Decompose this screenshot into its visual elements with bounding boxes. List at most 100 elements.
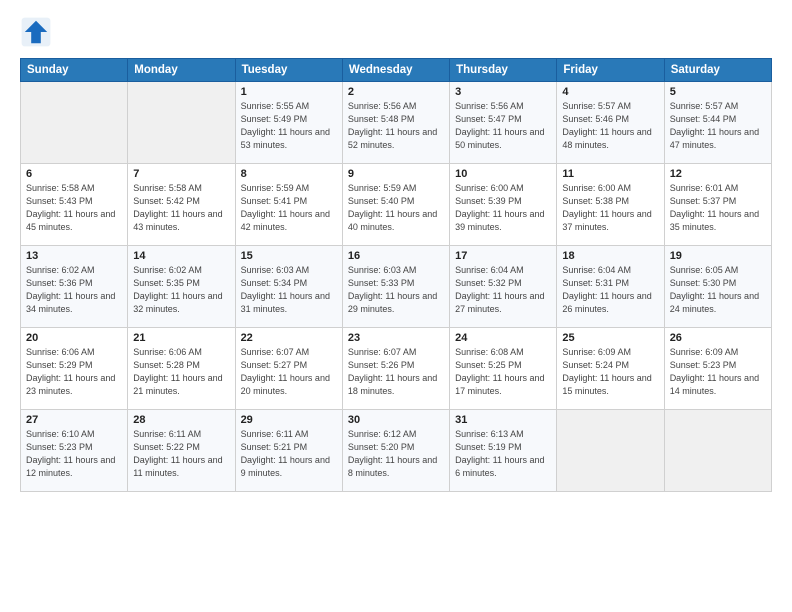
weekday-header: Thursday (450, 59, 557, 82)
calendar-cell (21, 82, 128, 164)
calendar-cell: 7 Sunrise: 5:58 AMSunset: 5:42 PMDaylight… (128, 164, 235, 246)
calendar-cell: 11Sunrise: 6:00 AMSunset: 5:38 PMDayligh… (557, 164, 664, 246)
day-info: Sunrise: 6:00 AMSunset: 5:39 PMDaylight:… (455, 182, 551, 234)
calendar-cell: 6Sunrise: 5:58 AMSunset: 5:43 PMDaylight… (21, 164, 128, 246)
calendar-header-row: SundayMondayTuesdayWednesdayThursdayFrid… (21, 59, 772, 82)
calendar-week-row: 1 Sunrise: 5:55 AMSunset: 5:49 PMDaylight… (21, 82, 772, 164)
logo (20, 16, 56, 48)
day-number: 9 (348, 168, 444, 180)
day-number: 15 (241, 250, 337, 262)
page-container: SundayMondayTuesdayWednesdayThursdayFrid… (0, 0, 792, 502)
day-info: Sunrise: 5:57 AMSunset: 5:44 PMDaylight:… (670, 100, 766, 152)
day-number: 20 (26, 332, 122, 344)
calendar-cell: 29 Sunrise: 6:11 AMSunset: 5:21 PMDayligh… (235, 410, 342, 492)
calendar-cell: 20 Sunrise: 6:06 AMSunset: 5:29 PMDayligh… (21, 328, 128, 410)
calendar-body: 1 Sunrise: 5:55 AMSunset: 5:49 PMDaylight… (21, 82, 772, 492)
calendar-cell: 31 Sunrise: 6:13 AMSunset: 5:19 PMDayligh… (450, 410, 557, 492)
day-info: Sunrise: 5:57 AMSunset: 5:46 PMDaylight:… (562, 100, 658, 152)
day-number: 1 (241, 86, 337, 98)
day-info: Sunrise: 6:07 AMSunset: 5:26 PMDaylight:… (348, 346, 444, 398)
calendar-cell: 21Sunrise: 6:06 AMSunset: 5:28 PMDayligh… (128, 328, 235, 410)
day-number: 23 (348, 332, 444, 344)
day-info: Sunrise: 5:55 AMSunset: 5:49 PMDaylight:… (241, 100, 337, 152)
day-number: 14 (133, 250, 229, 262)
day-info: Sunrise: 6:02 AMSunset: 5:35 PMDaylight:… (133, 264, 229, 316)
day-number: 30 (348, 414, 444, 426)
calendar-cell: 16Sunrise: 6:03 AMSunset: 5:33 PMDayligh… (342, 246, 449, 328)
day-info: Sunrise: 6:04 AMSunset: 5:32 PMDaylight:… (455, 264, 551, 316)
calendar-cell: 27 Sunrise: 6:10 AMSunset: 5:23 PMDayligh… (21, 410, 128, 492)
calendar-cell: 18 Sunrise: 6:04 AMSunset: 5:31 PMDayligh… (557, 246, 664, 328)
calendar-cell: 30Sunrise: 6:12 AMSunset: 5:20 PMDayligh… (342, 410, 449, 492)
day-number: 17 (455, 250, 551, 262)
day-number: 8 (241, 168, 337, 180)
calendar-table: SundayMondayTuesdayWednesdayThursdayFrid… (20, 58, 772, 492)
day-number: 29 (241, 414, 337, 426)
day-info: Sunrise: 6:01 AMSunset: 5:37 PMDaylight:… (670, 182, 766, 234)
calendar-cell: 1 Sunrise: 5:55 AMSunset: 5:49 PMDaylight… (235, 82, 342, 164)
day-number: 25 (562, 332, 658, 344)
day-number: 26 (670, 332, 766, 344)
day-info: Sunrise: 6:11 AMSunset: 5:22 PMDaylight:… (133, 428, 229, 480)
calendar-cell: 3Sunrise: 5:56 AMSunset: 5:47 PMDaylight… (450, 82, 557, 164)
day-info: Sunrise: 5:59 AMSunset: 5:41 PMDaylight:… (241, 182, 337, 234)
calendar-cell: 12 Sunrise: 6:01 AMSunset: 5:37 PMDayligh… (664, 164, 771, 246)
day-number: 27 (26, 414, 122, 426)
day-info: Sunrise: 6:08 AMSunset: 5:25 PMDaylight:… (455, 346, 551, 398)
day-number: 22 (241, 332, 337, 344)
day-number: 13 (26, 250, 122, 262)
calendar-cell: 25Sunrise: 6:09 AMSunset: 5:24 PMDayligh… (557, 328, 664, 410)
calendar-cell (128, 82, 235, 164)
calendar-cell: 22 Sunrise: 6:07 AMSunset: 5:27 PMDayligh… (235, 328, 342, 410)
calendar-cell: 14 Sunrise: 6:02 AMSunset: 5:35 PMDayligh… (128, 246, 235, 328)
day-info: Sunrise: 6:10 AMSunset: 5:23 PMDaylight:… (26, 428, 122, 480)
weekday-header: Friday (557, 59, 664, 82)
day-info: Sunrise: 6:06 AMSunset: 5:28 PMDaylight:… (133, 346, 229, 398)
day-info: Sunrise: 5:56 AMSunset: 5:47 PMDaylight:… (455, 100, 551, 152)
day-info: Sunrise: 6:03 AMSunset: 5:34 PMDaylight:… (241, 264, 337, 316)
day-info: Sunrise: 6:13 AMSunset: 5:19 PMDaylight:… (455, 428, 551, 480)
day-number: 19 (670, 250, 766, 262)
calendar-cell (664, 410, 771, 492)
day-number: 12 (670, 168, 766, 180)
day-number: 24 (455, 332, 551, 344)
calendar-cell: 28Sunrise: 6:11 AMSunset: 5:22 PMDayligh… (128, 410, 235, 492)
calendar-cell: 23 Sunrise: 6:07 AMSunset: 5:26 PMDayligh… (342, 328, 449, 410)
weekday-header: Wednesday (342, 59, 449, 82)
day-number: 31 (455, 414, 551, 426)
day-info: Sunrise: 5:59 AMSunset: 5:40 PMDaylight:… (348, 182, 444, 234)
day-number: 7 (133, 168, 229, 180)
calendar-cell: 15 Sunrise: 6:03 AMSunset: 5:34 PMDayligh… (235, 246, 342, 328)
day-number: 4 (562, 86, 658, 98)
day-info: Sunrise: 6:11 AMSunset: 5:21 PMDaylight:… (241, 428, 337, 480)
day-number: 6 (26, 168, 122, 180)
day-number: 2 (348, 86, 444, 98)
calendar-week-row: 13 Sunrise: 6:02 AMSunset: 5:36 PMDayligh… (21, 246, 772, 328)
day-info: Sunrise: 6:07 AMSunset: 5:27 PMDaylight:… (241, 346, 337, 398)
calendar-week-row: 20 Sunrise: 6:06 AMSunset: 5:29 PMDayligh… (21, 328, 772, 410)
day-number: 10 (455, 168, 551, 180)
day-number: 11 (562, 168, 658, 180)
calendar-week-row: 6Sunrise: 5:58 AMSunset: 5:43 PMDaylight… (21, 164, 772, 246)
calendar-cell: 17 Sunrise: 6:04 AMSunset: 5:32 PMDayligh… (450, 246, 557, 328)
calendar-cell (557, 410, 664, 492)
day-info: Sunrise: 5:58 AMSunset: 5:42 PMDaylight:… (133, 182, 229, 234)
day-info: Sunrise: 6:06 AMSunset: 5:29 PMDaylight:… (26, 346, 122, 398)
day-number: 18 (562, 250, 658, 262)
calendar-cell: 5Sunrise: 5:57 AMSunset: 5:44 PMDaylight… (664, 82, 771, 164)
calendar-cell: 26 Sunrise: 6:09 AMSunset: 5:23 PMDayligh… (664, 328, 771, 410)
weekday-header: Saturday (664, 59, 771, 82)
weekday-header: Sunday (21, 59, 128, 82)
header (20, 16, 772, 48)
day-info: Sunrise: 6:04 AMSunset: 5:31 PMDaylight:… (562, 264, 658, 316)
calendar-cell: 13 Sunrise: 6:02 AMSunset: 5:36 PMDayligh… (21, 246, 128, 328)
weekday-header: Monday (128, 59, 235, 82)
calendar-cell: 2Sunrise: 5:56 AMSunset: 5:48 PMDaylight… (342, 82, 449, 164)
calendar-cell: 8 Sunrise: 5:59 AMSunset: 5:41 PMDaylight… (235, 164, 342, 246)
calendar-cell: 19 Sunrise: 6:05 AMSunset: 5:30 PMDayligh… (664, 246, 771, 328)
day-info: Sunrise: 6:09 AMSunset: 5:23 PMDaylight:… (670, 346, 766, 398)
calendar-week-row: 27 Sunrise: 6:10 AMSunset: 5:23 PMDayligh… (21, 410, 772, 492)
logo-icon (20, 16, 52, 48)
day-info: Sunrise: 6:05 AMSunset: 5:30 PMDaylight:… (670, 264, 766, 316)
day-info: Sunrise: 6:02 AMSunset: 5:36 PMDaylight:… (26, 264, 122, 316)
